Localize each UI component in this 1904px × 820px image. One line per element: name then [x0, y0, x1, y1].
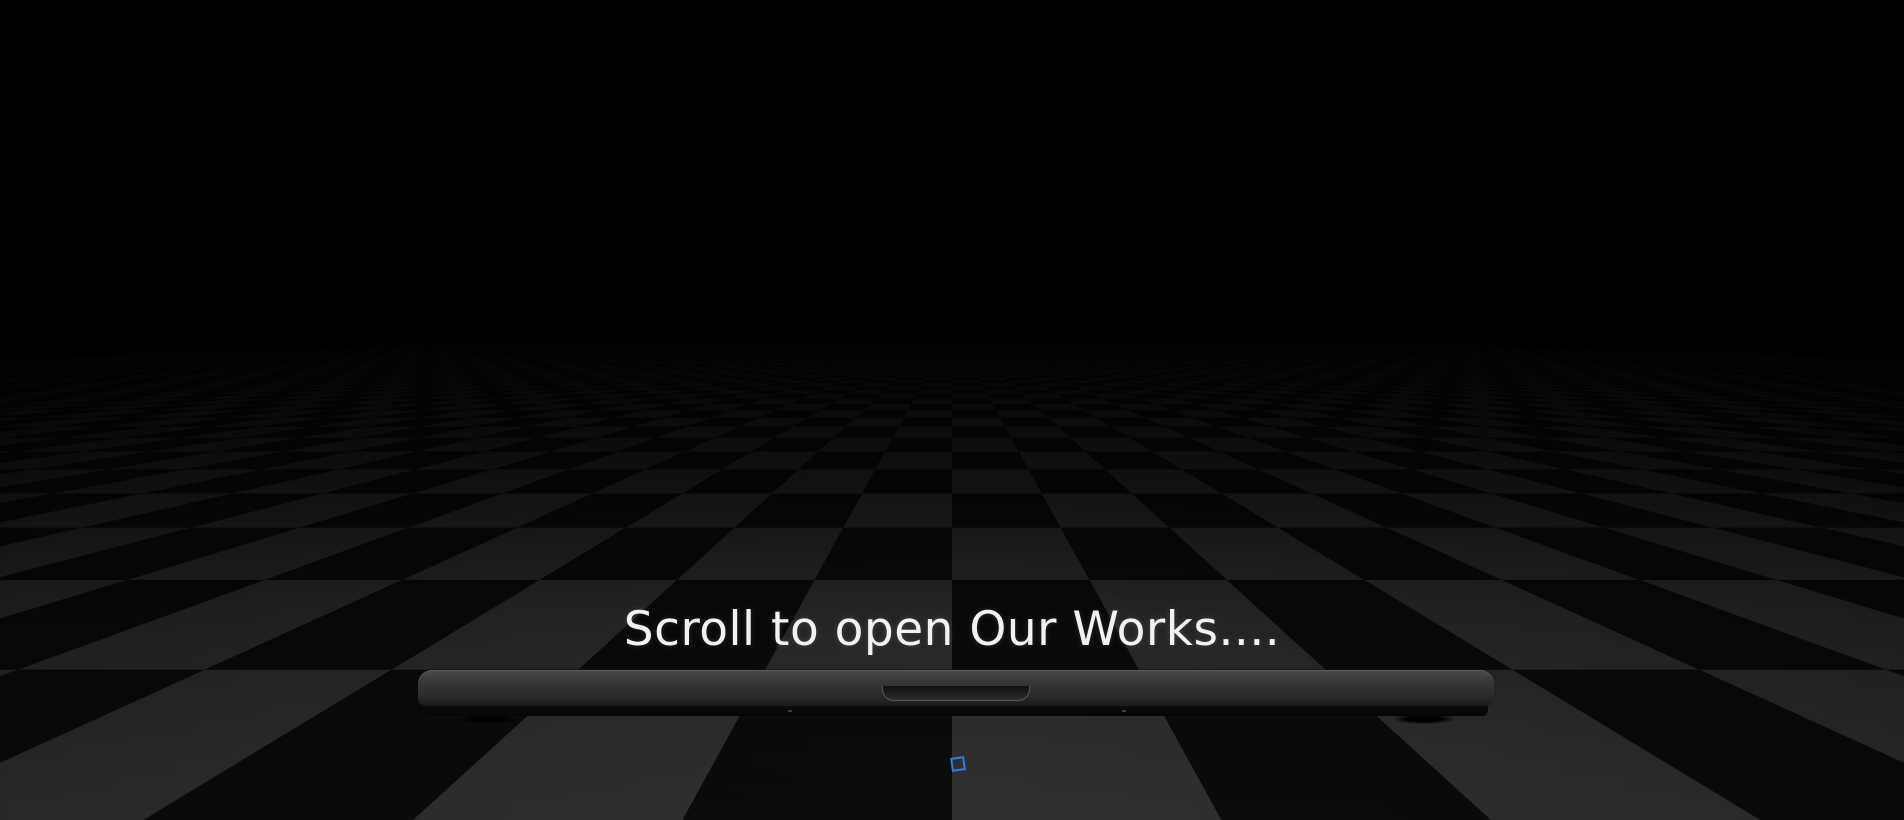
hero-stage[interactable]: Scroll to open Our Works....	[0, 0, 1904, 820]
